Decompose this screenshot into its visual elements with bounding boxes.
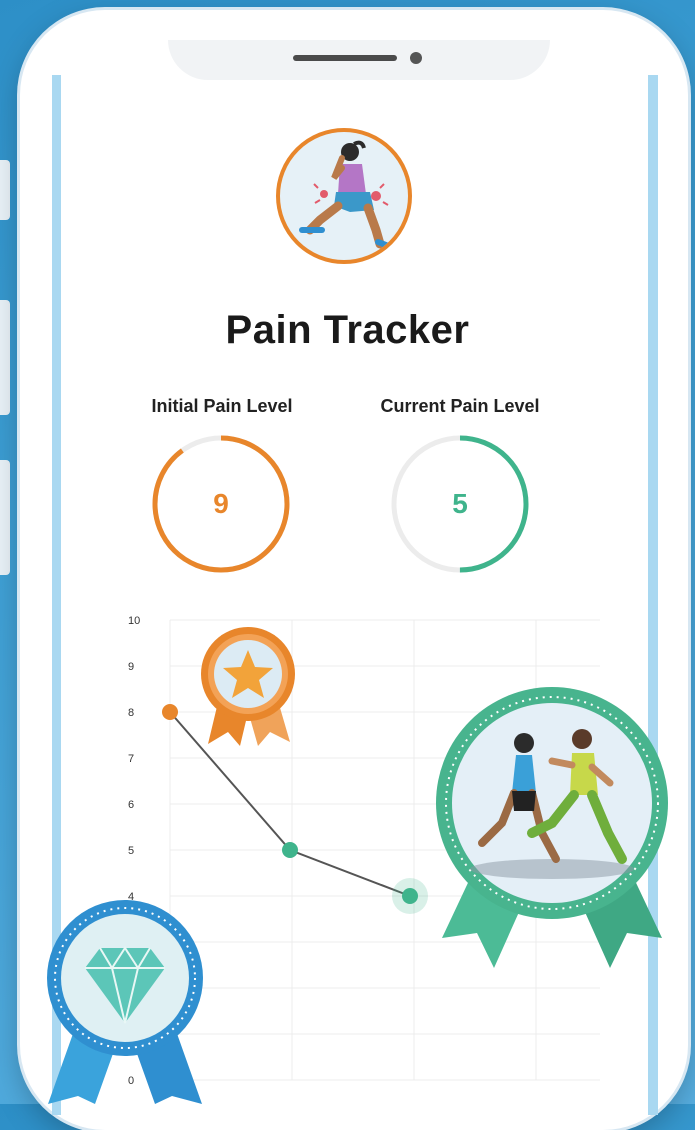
star-medal-icon [198,624,298,749]
initial-pain-label: Initial Pain Level [151,396,293,416]
current-pain-gauge: 5 [386,430,534,578]
diamond-medal-icon [40,898,210,1104]
page-title: Pain Tracker [225,308,470,352]
current-pain-value: 5 [452,488,468,519]
front-camera [410,52,422,64]
current-pain-label: Current Pain Level [380,396,540,416]
speaker-grille [293,55,397,61]
phone-side-button-bottom [0,460,10,575]
lunging-woman-knee-pain-icon [276,128,412,264]
phone-side-button-top [0,160,10,220]
initial-pain-gauge: 9 [147,430,295,578]
initial-pain-value: 9 [213,488,229,519]
runners-medal-icon [432,683,672,983]
